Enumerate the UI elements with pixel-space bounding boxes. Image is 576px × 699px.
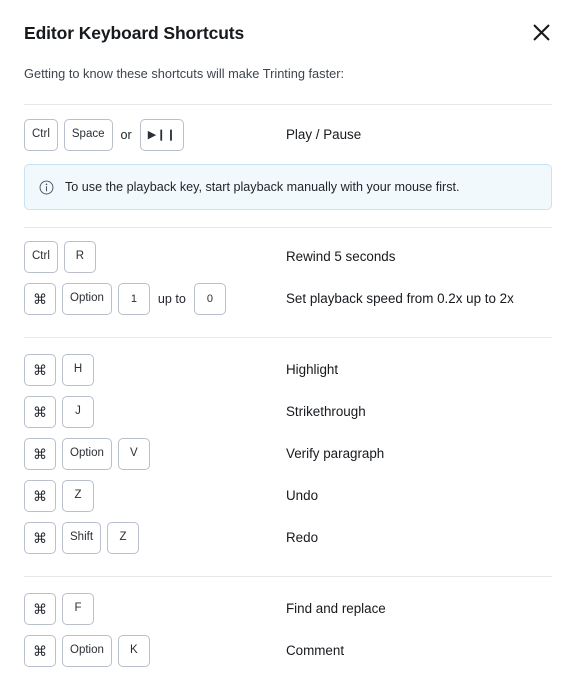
shortcut-row: ⌘ Option K Comment <box>24 630 552 672</box>
key-combo: Ctrl R <box>24 241 286 273</box>
key-combo: ⌘ Option 1 up to 0 <box>24 283 286 315</box>
playback-info-callout: To use the playback key, start playback … <box>24 164 552 210</box>
shortcut-row: ⌘ Shift Z Redo <box>24 517 552 559</box>
shortcut-section: ⌘ H Highlight ⌘ J Strikethrough ⌘ Option V Verify… <box>24 338 552 559</box>
shortcut-description: Rewind 5 seconds <box>286 249 396 264</box>
key-cap: Shift <box>62 522 102 554</box>
key-cap: Option <box>62 635 112 667</box>
close-button[interactable] <box>528 19 554 45</box>
shortcut-row: ⌘ Option 1 up to 0 Set playback speed from 0.… <box>24 278 552 320</box>
key-combo: ⌘ J <box>24 396 286 428</box>
keyboard-shortcuts-dialog: Editor Keyboard Shortcuts Getting to kno… <box>0 0 576 699</box>
shortcut-section: ⌘ F Find and replace ⌘ Option K Comment <box>24 577 552 672</box>
shortcut-description: Set playback speed from 0.2x up to 2x <box>286 291 514 306</box>
key-combo: ⌘ Option V <box>24 438 286 470</box>
key-cap: Option <box>62 283 112 315</box>
key-cap: 0 <box>193 283 226 315</box>
shortcut-description: Undo <box>286 488 319 503</box>
shortcut-row: Ctrl R Rewind 5 seconds <box>24 236 552 278</box>
key-combo: ⌘ Shift Z <box>24 522 286 554</box>
key-cap: J <box>62 396 94 428</box>
shortcut-row: ⌘ J Strikethrough <box>24 391 552 433</box>
shortcut-row: ⌘ Option V Verify paragraph <box>24 433 552 475</box>
key-cap: 1 <box>117 283 150 315</box>
key-cap: ⌘ <box>24 522 56 554</box>
key-combo: ⌘ F <box>24 593 286 625</box>
shortcut-row: Ctrl Space or ▶❙❙ Play / Pause <box>24 114 552 156</box>
key-cap: ⌘ <box>24 283 56 315</box>
key-cap: Space <box>63 119 113 151</box>
key-cap: ⌘ <box>24 438 56 470</box>
key-cap: R <box>63 241 96 273</box>
key-cap: F <box>62 593 94 625</box>
dialog-header: Editor Keyboard Shortcuts <box>24 0 552 46</box>
shortcut-description: Verify paragraph <box>286 446 385 461</box>
callout-text: To use the playback key, start playback … <box>65 180 460 194</box>
page-title: Editor Keyboard Shortcuts <box>24 23 245 43</box>
key-cap: Z <box>107 522 140 554</box>
shortcut-description: Redo <box>286 530 319 545</box>
key-combo: Ctrl Space or ▶❙❙ <box>24 119 286 151</box>
shortcuts-list: Ctrl Space or ▶❙❙ Play / Pause To use the pla… <box>24 105 552 672</box>
key-combo: ⌘ Z <box>24 480 286 512</box>
key-cap: ⌘ <box>24 635 56 667</box>
key-cap: ⌘ <box>24 396 56 428</box>
dialog-subtitle: Getting to know these shortcuts will mak… <box>24 66 345 81</box>
shortcut-section: Ctrl Space or ▶❙❙ Play / Pause To use the pla… <box>24 105 552 210</box>
key-cap: Option <box>62 438 112 470</box>
shortcut-description: Highlight <box>286 362 339 377</box>
key-cap: H <box>62 354 94 386</box>
key-cap: ⌘ <box>24 480 56 512</box>
key-joiner-text: or <box>120 128 132 142</box>
shortcut-description: Strikethrough <box>286 404 366 419</box>
shortcut-description: Find and replace <box>286 601 386 616</box>
key-combo: ⌘ Option K <box>24 635 286 667</box>
key-combo: ⌘ H <box>24 354 286 386</box>
shortcut-description: Play / Pause <box>286 127 362 142</box>
close-icon <box>532 23 551 42</box>
key-cap: K <box>117 635 150 667</box>
key-cap: ▶❙❙ <box>139 119 185 151</box>
shortcut-description: Comment <box>286 643 345 658</box>
key-cap: V <box>117 438 150 470</box>
shortcut-row: ⌘ H Highlight <box>24 349 552 391</box>
key-cap: ⌘ <box>24 354 56 386</box>
key-joiner-text: up to <box>157 292 186 306</box>
info-circle-icon <box>39 180 55 195</box>
key-cap: ⌘ <box>24 593 56 625</box>
key-cap: Ctrl <box>24 119 58 151</box>
shortcut-section: Ctrl R Rewind 5 seconds ⌘ Option 1 up to 0 Set p… <box>24 228 552 320</box>
shortcut-row: ⌘ F Find and replace <box>24 588 552 630</box>
key-cap: Ctrl <box>24 241 58 273</box>
shortcut-row: ⌘ Z Undo <box>24 475 552 517</box>
key-cap: Z <box>62 480 94 512</box>
